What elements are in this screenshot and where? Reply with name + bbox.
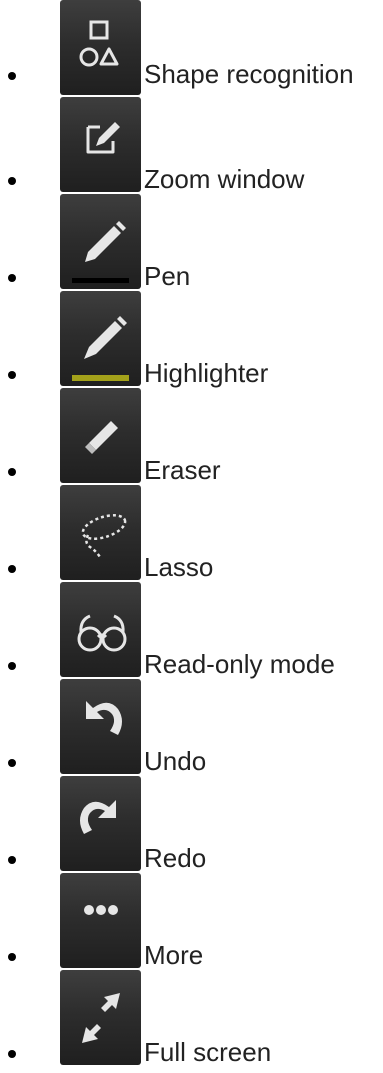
zoom-window-button[interactable] bbox=[60, 97, 141, 192]
bullet bbox=[8, 72, 16, 80]
bullet bbox=[8, 759, 16, 767]
bullet bbox=[8, 274, 16, 282]
list-item-more: More bbox=[0, 873, 383, 970]
shapes-icon bbox=[79, 20, 119, 67]
bullet bbox=[8, 1050, 16, 1058]
more-dots-icon bbox=[84, 905, 118, 915]
list-item-zoom-window: Zoom window bbox=[0, 97, 383, 194]
undo-button[interactable] bbox=[60, 679, 141, 774]
read-only-mode-button[interactable] bbox=[60, 582, 141, 677]
bullet bbox=[8, 662, 16, 670]
list-item-full-screen: Full screen bbox=[0, 970, 383, 1067]
tool-label: More bbox=[144, 940, 204, 970]
eraser-icon bbox=[85, 421, 118, 454]
tool-label: Zoom window bbox=[144, 164, 305, 194]
lasso-button[interactable] bbox=[60, 485, 141, 580]
zoom-window-icon bbox=[86, 122, 120, 154]
tool-label: Pen bbox=[144, 261, 191, 291]
list-item-pen: Pen bbox=[0, 194, 383, 291]
tool-label: Highlighter bbox=[144, 358, 269, 388]
lasso-icon bbox=[81, 514, 127, 558]
bullet bbox=[8, 856, 16, 864]
fullscreen-arrows-icon bbox=[82, 993, 120, 1043]
bullet bbox=[8, 953, 16, 961]
list-item-eraser: Eraser bbox=[0, 388, 383, 485]
pen-button[interactable] bbox=[60, 194, 141, 289]
eraser-button[interactable] bbox=[60, 388, 141, 483]
glasses-icon bbox=[77, 614, 127, 652]
highlighter-button[interactable] bbox=[60, 291, 141, 386]
bullet bbox=[8, 177, 16, 185]
bullet bbox=[8, 565, 16, 573]
shape-recognition-button[interactable] bbox=[60, 0, 141, 95]
tool-label: Eraser bbox=[144, 455, 221, 485]
list-item-read-only-mode: Read-only mode bbox=[0, 582, 383, 679]
more-button[interactable] bbox=[60, 873, 141, 968]
list-item-lasso: Lasso bbox=[0, 485, 383, 582]
undo-icon bbox=[86, 701, 122, 735]
list-item-shape-recognition: Shape recognition bbox=[0, 0, 383, 96]
pen-icon bbox=[72, 221, 129, 283]
tool-label: Redo bbox=[144, 843, 207, 873]
list-item-undo: Undo bbox=[0, 679, 383, 776]
bullet bbox=[8, 371, 16, 379]
tool-label: Lasso bbox=[144, 552, 214, 582]
list-item-redo: Redo bbox=[0, 776, 383, 873]
redo-icon bbox=[80, 800, 116, 834]
tool-label: Shape recognition bbox=[144, 59, 354, 89]
redo-button[interactable] bbox=[60, 776, 141, 871]
full-screen-button[interactable] bbox=[60, 970, 141, 1065]
highlighter-icon bbox=[72, 316, 129, 381]
tool-label: Full screen bbox=[144, 1037, 272, 1067]
bullet bbox=[8, 468, 16, 476]
tool-label: Undo bbox=[144, 746, 207, 776]
list-item-highlighter: Highlighter bbox=[0, 291, 383, 388]
tool-label: Read-only mode bbox=[144, 649, 335, 679]
